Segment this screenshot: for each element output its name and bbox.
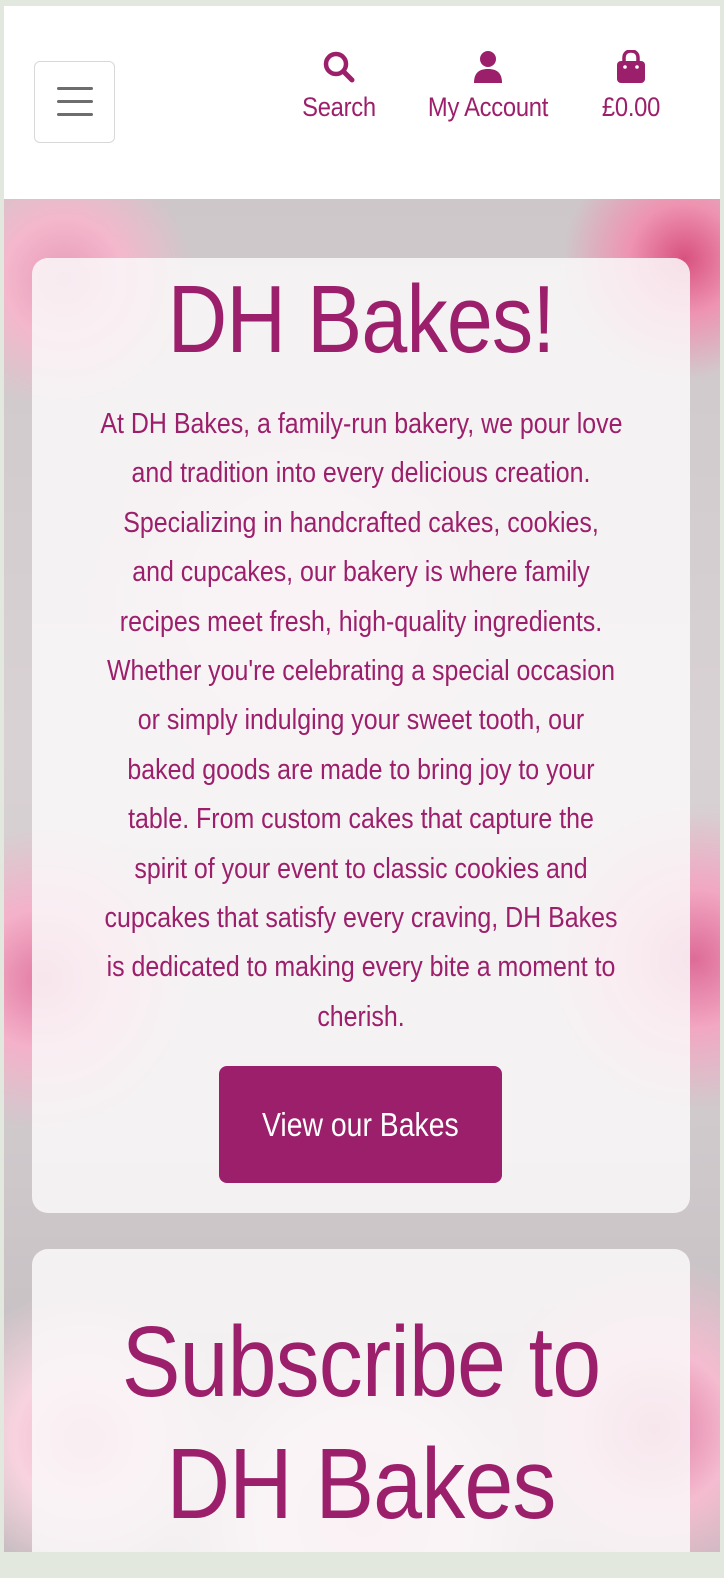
page-title: DH Bakes! <box>167 266 556 373</box>
hero-cupcake-background: DH Bakes! At DH Bakes, a family-run bake… <box>4 199 720 1552</box>
intro-line: table. From custom cakes that capture th… <box>128 803 594 836</box>
shopping-bag-icon <box>617 50 645 83</box>
menu-toggle-button[interactable] <box>34 61 115 143</box>
intro-line: baked goods are made to bring joy to you… <box>127 753 595 786</box>
view-our-bakes-button[interactable]: View our Bakes <box>219 1066 502 1183</box>
intro-line: and tradition into every delicious creat… <box>131 457 591 490</box>
view-our-bakes-label: View our Bakes <box>262 1105 459 1143</box>
hamburger-icon-bar-middle <box>57 100 93 103</box>
page: Search My Account £0.00 DH Bakes! At DH … <box>4 6 720 1552</box>
subscribe-title-line: Subscribe to <box>121 1306 601 1418</box>
intro-line: At DH Bakes, a family-run bakery, we pou… <box>100 408 623 440</box>
intro-line: or simply indulging your sweet tooth, ou… <box>137 704 585 737</box>
cart-total: £0.00 <box>601 92 661 122</box>
search-label: Search <box>302 92 376 122</box>
intro-line: spirit of your event to classic cookies … <box>134 852 588 885</box>
intro-card: DH Bakes! At DH Bakes, a family-run bake… <box>32 258 690 1213</box>
subscribe-title-line: DH Bakes <box>166 1428 556 1540</box>
cart-link[interactable]: £0.00 <box>586 50 676 123</box>
intro-line: cherish. <box>317 1000 405 1033</box>
intro-line: Whether you're celebrating a special occ… <box>106 655 615 688</box>
intro-paragraph: At DH Bakes, a family-run bakery, we pou… <box>58 400 664 1042</box>
subscribe-card: Subscribe to DH Bakes <box>32 1249 690 1552</box>
hamburger-icon-bar-top <box>57 87 93 90</box>
intro-line: and cupcakes, our bakery is where family <box>132 556 590 589</box>
search-link[interactable]: Search <box>294 50 384 123</box>
intro-line: is dedicated to making every bite a mome… <box>106 951 616 984</box>
subscribe-title: Subscribe to DH Bakes <box>32 1301 690 1545</box>
intro-line: Specializing in handcrafted cakes, cooki… <box>123 506 599 539</box>
my-account-link[interactable]: My Account <box>408 50 568 123</box>
user-icon <box>474 51 502 83</box>
search-icon <box>323 51 355 83</box>
hamburger-icon-bar-bottom <box>57 113 93 116</box>
intro-line: recipes meet fresh, high-quality ingredi… <box>119 605 603 638</box>
my-account-label: My Account <box>427 92 549 122</box>
intro-line: cupcakes that satisfy every craving, DH … <box>104 902 618 935</box>
site-header: Search My Account £0.00 <box>4 6 720 199</box>
